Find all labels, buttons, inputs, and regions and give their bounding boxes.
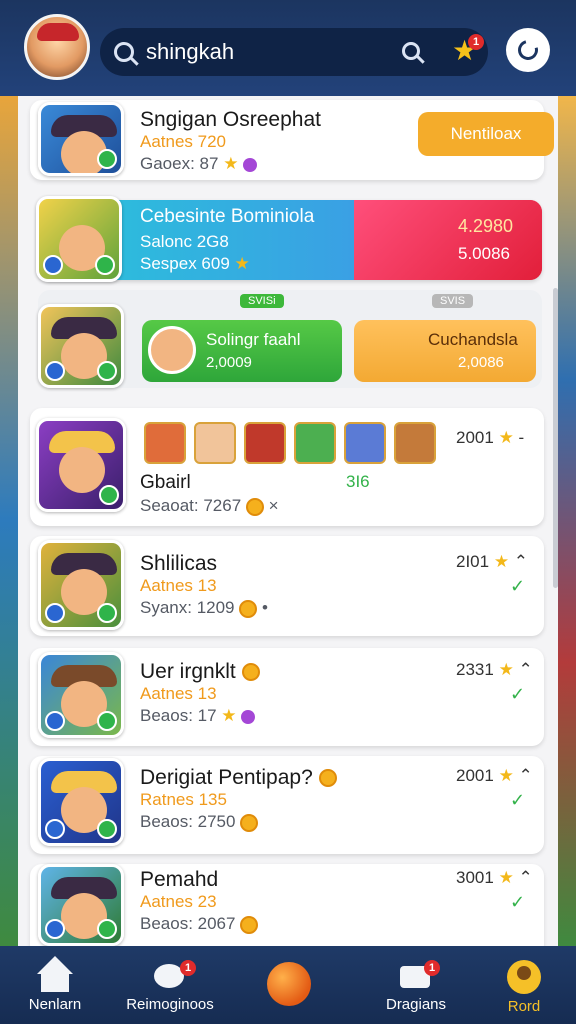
- refresh-button[interactable]: [506, 28, 550, 72]
- pill-left: SVISi: [240, 294, 284, 308]
- nav-messages-label: Dragians: [385, 996, 447, 1013]
- list-item[interactable]: Derigiat Pentipap? Ratnes 135 Beaos: 275…: [30, 756, 544, 854]
- play-button[interactable]: Nentiloax: [418, 112, 554, 156]
- background-right: [556, 96, 576, 946]
- nav-profile-label: Rord: [507, 998, 541, 1015]
- game-subtitle: Aatnes 720: [140, 132, 227, 151]
- list-item[interactable]: Sngigan Osreephat Aatnes 720 Gaoex: 87 ★…: [30, 100, 554, 180]
- rank: 2I01 ★ ⌃: [456, 552, 529, 571]
- refresh-icon: [514, 36, 542, 64]
- search-icon[interactable]: [402, 42, 420, 60]
- check-icon: ✓: [510, 790, 526, 810]
- notification-badge: 1: [468, 34, 484, 50]
- messages-badge: 1: [424, 960, 440, 976]
- game-subtitle: Aatnes 13: [140, 576, 217, 595]
- game-subtitle: Ratnes 135: [140, 790, 227, 809]
- game-title: Cebesinte Bominiola: [140, 206, 315, 227]
- game-tag: 3I6: [346, 472, 370, 491]
- chat-icon: 1: [152, 960, 196, 992]
- game-title: Shlilicas: [140, 552, 218, 575]
- list-item[interactable]: Uer irgnklt Aatnes 13 Beaos: 17 ★ 2331 ★…: [30, 648, 544, 746]
- game-icon: [36, 196, 122, 282]
- matchup-item[interactable]: SVISi SVIS Solingr faahl 2,0009 Cuchands…: [38, 290, 542, 388]
- list-item[interactable]: Pemahd Aatnes 23 Beaos: 2067 3001 ★ ⌃ ✓: [30, 864, 544, 946]
- game-title: Gbairl: [140, 472, 191, 493]
- nav-home[interactable]: Nenlarn: [20, 946, 90, 1024]
- rank: 2001 ★ -: [456, 428, 525, 447]
- game-stats: Beaos: 17 ★: [140, 706, 256, 726]
- messages-icon: 1: [398, 960, 440, 992]
- nav-messages[interactable]: 1 Dragians: [378, 946, 454, 1024]
- bottom-nav: Nenlarn 1 Reimoginoos 1 Dragians Rord: [0, 946, 576, 1024]
- score-bottom: 5.0086: [458, 244, 510, 263]
- game-icon: [38, 304, 124, 388]
- rank: 3001 ★ ⌃: [456, 868, 533, 887]
- score-top: 4.2980: [458, 216, 514, 236]
- game-icon: [38, 102, 124, 176]
- featured-item[interactable]: Cebesinte Bominiola Salonc 2G8 Sespex 60…: [36, 196, 542, 282]
- game-list[interactable]: Sngigan Osreephat Aatnes 720 Gaoex: 87 ★…: [18, 96, 558, 946]
- check-icon: ✓: [510, 684, 526, 704]
- game-stats: Sespex 609 ★: [140, 254, 250, 273]
- profile-icon: [507, 960, 541, 994]
- player-avatars: [144, 422, 436, 464]
- nav-chat[interactable]: 1 Reimoginoos: [120, 946, 220, 1024]
- game-icon: [38, 864, 124, 946]
- avatar[interactable]: [24, 14, 90, 80]
- rank: 2331 ★ ⌃: [456, 660, 533, 679]
- search-icon: [114, 42, 134, 62]
- list-item[interactable]: Gbairl 3I6 Seaoat: 7267 × 2001 ★ -: [30, 408, 544, 526]
- game-subtitle: Aatnes 23: [140, 892, 217, 911]
- game-stats: Beaos: 2750: [140, 812, 259, 832]
- game-subtitle: Salonc 2G8: [140, 232, 229, 251]
- team-card-green[interactable]: Solingr faahl 2,0009: [142, 320, 342, 382]
- chat-badge: 1: [180, 960, 196, 976]
- game-title: Pemahd: [140, 868, 219, 891]
- nav-chat-label: Reimoginoos: [126, 996, 214, 1013]
- nav-profile[interactable]: Rord: [496, 946, 552, 1024]
- game-stats: Seaoat: 7267 ×: [140, 496, 279, 516]
- search-input[interactable]: shingkah: [146, 39, 234, 65]
- list-item[interactable]: Shlilicas Aatnes 13 Syanx: 1209 • 2I01 ★…: [30, 536, 544, 636]
- game-icon: [38, 652, 124, 738]
- game-stats: Gaoex: 87 ★: [140, 154, 258, 174]
- check-icon: ✓: [510, 576, 526, 596]
- nav-home-label: Nenlarn: [28, 996, 82, 1013]
- game-title: Uer irgnklt: [140, 660, 260, 684]
- game-stats: Syanx: 1209 •: [140, 598, 268, 618]
- scrollbar[interactable]: [553, 288, 558, 588]
- nav-play[interactable]: [264, 946, 314, 1024]
- ball-icon: [267, 962, 311, 1006]
- game-icon: [38, 540, 124, 630]
- game-stats: Beaos: 2067: [140, 914, 259, 934]
- game-icon: [36, 418, 126, 512]
- search-bar[interactable]: shingkah ★ 1: [100, 28, 488, 76]
- background-left: [0, 96, 20, 946]
- game-icon: [38, 758, 124, 846]
- game-title: Sngigan Osreephat: [140, 108, 321, 131]
- top-bar: shingkah ★ 1: [0, 0, 576, 96]
- game-subtitle: Aatnes 13: [140, 684, 217, 703]
- home-icon: [37, 956, 73, 992]
- rank: 2001 ★ ⌃: [456, 766, 533, 785]
- check-icon: ✓: [510, 892, 526, 912]
- pill-right: SVIS: [432, 294, 474, 308]
- team-card-orange[interactable]: Cuchandsla 2,0086: [354, 320, 536, 382]
- game-title: Derigiat Pentipap?: [140, 766, 337, 790]
